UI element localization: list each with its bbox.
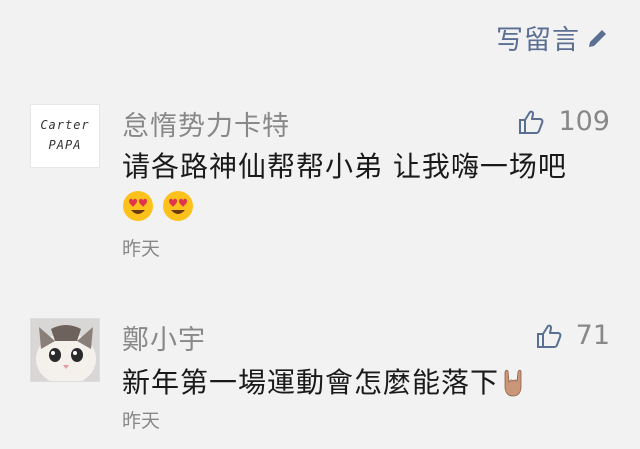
avatar[interactable]: Carter PAPA (30, 104, 100, 168)
comment-time: 昨天 (122, 410, 161, 432)
thumbs-up-icon (536, 324, 562, 348)
comment-text: 新年第一場運動會怎麼能落下 (122, 364, 612, 402)
like-button[interactable]: 109 (518, 106, 610, 137)
emoji-row (122, 190, 202, 222)
rock-on-hand-emoji-icon (504, 369, 522, 397)
avatar[interactable] (30, 318, 100, 382)
like-count: 71 (575, 320, 610, 351)
comment-text-content: 新年第一場運動會怎麼能落下 (122, 366, 500, 399)
heart-eyes-emoji-icon (123, 191, 153, 221)
thumbs-up-icon (519, 110, 544, 134)
write-comment-button[interactable]: 写留言 (496, 18, 610, 57)
comment-author-name[interactable]: 鄭小宇 (122, 318, 206, 357)
write-comment-label: 写留言 (496, 25, 580, 56)
pencil-icon (589, 28, 608, 47)
comment-author-name[interactable]: 怠惰势力卡特 (122, 104, 290, 143)
avatar-text-line2: PAPA (48, 138, 82, 152)
comment-time: 昨天 (122, 238, 161, 260)
avatar-text-line1: Carter (40, 118, 90, 132)
comment-text: 请各路神仙帮帮小弟 让我嗨一场吧 (122, 150, 567, 183)
heart-eyes-emoji-icon (163, 191, 193, 221)
like-button[interactable]: 71 (536, 320, 610, 351)
cat-avatar-image (31, 319, 99, 381)
like-count: 109 (558, 106, 610, 137)
